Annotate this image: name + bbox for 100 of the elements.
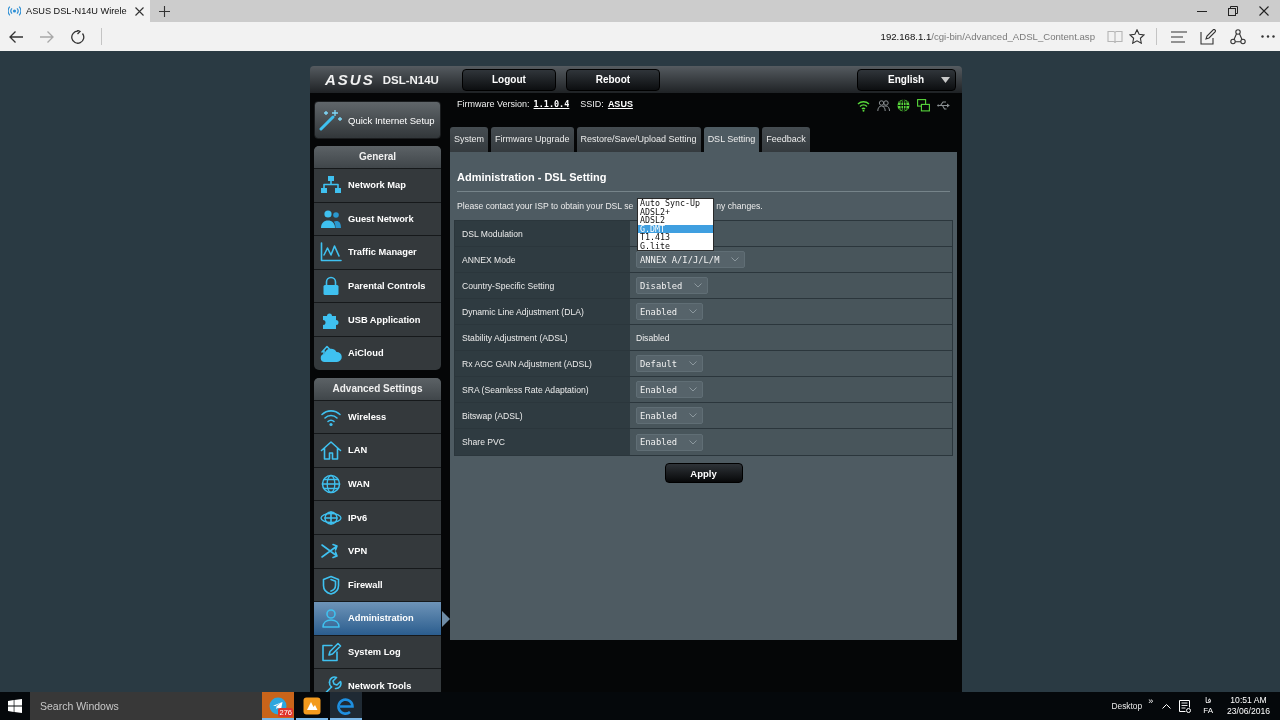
clock-time[interactable]: 10:51 AM [1230,695,1267,706]
address-bar[interactable]: 192.168.1.1/cgi-bin/Advanced_ADSL_Content.asp [880,31,1095,42]
tab[interactable]: DSL Setting [703,127,760,152]
input-language-script[interactable]: فا [1204,696,1212,706]
menu-item[interactable]: Wireless [314,399,441,434]
logo: ASUS [325,71,375,88]
people-icon[interactable] [877,99,890,112]
dropdown-select[interactable]: Enabled [636,407,704,424]
description-text: ny changes. [716,200,763,212]
menu-header: General [314,146,441,168]
restore-icon[interactable] [1228,6,1238,16]
chevron-down-icon [689,361,698,366]
setting-label: Bitswap (ADSL) [455,403,630,428]
notepad-pencil-icon [320,642,342,662]
model-name: DSL-N14U [382,73,439,86]
tab[interactable]: System [450,127,488,152]
firmware-version-link[interactable]: 1.1.0.4 [533,99,570,110]
refresh-icon[interactable] [70,29,86,44]
star-icon[interactable] [1129,29,1145,44]
minimize-icon[interactable] [1197,10,1207,12]
back-arrow-icon[interactable] [8,29,24,44]
setting-label: SRA (Seamless Rate Adaptation) [455,377,630,402]
setting-label: ANNEX Mode [455,247,630,272]
dropdown-select[interactable]: Disabled [636,277,709,294]
ssid-link[interactable]: ASUS [607,99,633,110]
dropdown-select[interactable]: Default [636,355,704,372]
menu-item[interactable]: Guest Network [314,201,441,236]
chevron-down-icon [689,439,698,445]
person-icon [320,608,342,629]
tab[interactable]: Feedback [762,127,810,152]
firmware-label: Firmware Version: [457,99,530,110]
dropdown-select[interactable]: ANNEX A/I/J/L/M [636,251,746,268]
language-select[interactable]: English [857,68,956,91]
tab[interactable]: Firmware Upgrade [491,127,574,152]
dropdown-select[interactable]: Enabled [636,433,704,451]
app-tile-icon [303,697,321,715]
clock-date[interactable]: 23/06/2016 [1227,706,1270,717]
more-dots-icon[interactable] [1261,35,1275,38]
menu-item[interactable]: Traffic Manager [314,235,441,269]
menu-item[interactable]: Network Map [314,168,441,202]
share-icon[interactable] [1230,28,1246,45]
description-text: Please contact your ISP to obtain your DSL se [457,200,634,212]
network-diagram-icon [320,175,342,196]
menu-item[interactable]: LAN [314,433,441,467]
padlock-icon [320,276,342,297]
tab[interactable]: Restore/Save/Upload Setting [576,127,701,152]
plus-icon[interactable] [158,5,170,17]
close-icon[interactable] [1259,6,1269,16]
quick-setup-button[interactable]: Quick Internet Setup [314,101,441,139]
dropdown-select[interactable]: Enabled [636,381,704,398]
menu-item[interactable]: VPN [314,533,441,568]
toolbar-expand-button[interactable]: » [1148,696,1154,706]
input-language-code[interactable]: FA [1203,706,1213,716]
taskbar-app-button[interactable] [330,692,362,720]
dropdown-option[interactable]: T1.413 [638,233,713,242]
menu-item[interactable]: Parental Controls [314,268,441,303]
cloud-house-icon [320,343,342,364]
shield-icon [320,574,342,595]
chevron-down-icon [694,283,703,288]
windows-logo-icon[interactable] [8,699,22,713]
dropdown-option[interactable]: ADSL2 [638,216,713,225]
chevron-down-icon [731,257,740,262]
search-field[interactable]: Search Windows [30,692,262,720]
setting-label: Dynamic Line Adjustment (DLA) [455,299,630,324]
document-lines-icon[interactable] [1179,699,1192,713]
setting-label: Stability Adjustment (ADSL) [455,325,630,350]
pen-square-icon[interactable] [1200,28,1216,45]
apply-button[interactable]: Apply [664,463,743,483]
close-icon[interactable] [134,6,144,16]
setting-label: Country-Specific Setting [455,273,630,298]
monitors-icon[interactable] [917,99,930,112]
menu-lines-icon[interactable] [1171,30,1187,43]
globe-icon[interactable] [897,99,910,112]
header-button[interactable]: Reboot [565,68,660,91]
setting-value: Disabled [630,325,952,350]
menu-item[interactable]: WAN [314,466,441,501]
chevron-up-icon[interactable] [1162,703,1172,709]
browser-tab[interactable]: ASUS DSL-N14U Wirele [0,0,150,22]
dropdown-option[interactable]: Auto Sync-Up [638,199,713,208]
caret-down-icon [941,76,950,83]
chevron-down-icon [689,309,698,314]
chevron-down-icon [689,413,698,418]
usb-icon[interactable] [937,99,950,112]
menu-item[interactable]: System Log [314,634,441,669]
wifi-icon[interactable] [857,99,870,112]
house-icon [320,440,342,461]
people-icon [320,208,342,229]
dropdown-select[interactable]: Enabled [636,303,704,320]
panel-title: Administration - DSL Setting [456,171,608,183]
desktop-toolbar-label[interactable]: Desktop [1111,701,1143,711]
globe-icon [320,474,342,495]
line-chart-icon [320,242,342,263]
dropdown-option[interactable]: G.lite [638,241,713,250]
magic-wand-icon [319,109,343,131]
dropdown-option[interactable]: ADSL2+ [638,207,713,216]
menu-item[interactable]: USB Application [314,302,441,336]
header-button[interactable]: Logout [461,68,556,91]
setting-label: Share PVC [455,429,630,455]
menu-item[interactable]: IPv6 [314,500,441,534]
menu-item[interactable]: AiCloud [314,335,441,370]
